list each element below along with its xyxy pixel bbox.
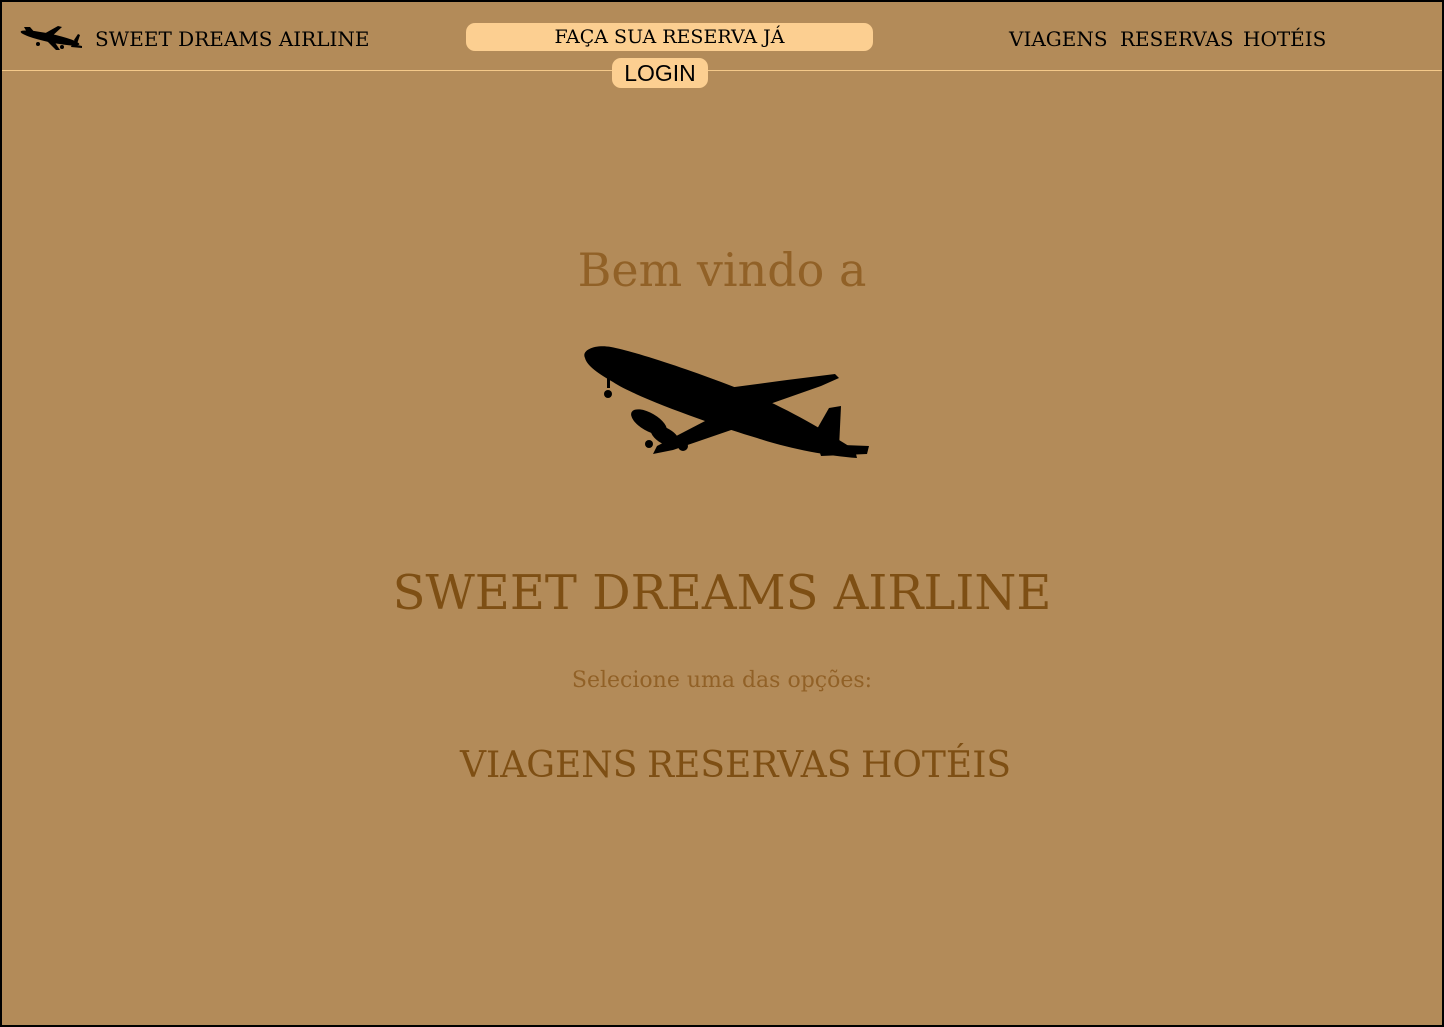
nav-hoteis[interactable]: HOTÉIS [1243,25,1326,53]
option-hoteis[interactable]: HOTÉIS [861,742,1011,790]
airplane-icon [584,346,869,458]
welcome-text: Bem vindo a [577,243,867,297]
login-button[interactable]: LOGIN [612,58,708,88]
airplane-icon[interactable] [16,22,84,54]
nav-reservas[interactable]: RESERVAS [1120,25,1234,53]
page: SWEET DREAMS AIRLINE FAÇA SUA RESERVA JÁ… [2,2,1442,1025]
reserve-now-button[interactable]: FAÇA SUA RESERVA JÁ [466,23,873,51]
option-reservas[interactable]: RESERVAS [647,742,851,790]
header-divider [2,70,1442,71]
option-viagens[interactable]: VIAGENS [460,742,637,790]
page-title: SWEET DREAMS AIRLINE [392,565,1052,621]
options-prompt: Selecione uma das opções: [571,668,873,693]
nav-viagens[interactable]: VIAGENS [1009,25,1108,53]
top-bar: SWEET DREAMS AIRLINE FAÇA SUA RESERVA JÁ… [2,2,1442,71]
brand-name: SWEET DREAMS AIRLINE [95,27,370,51]
